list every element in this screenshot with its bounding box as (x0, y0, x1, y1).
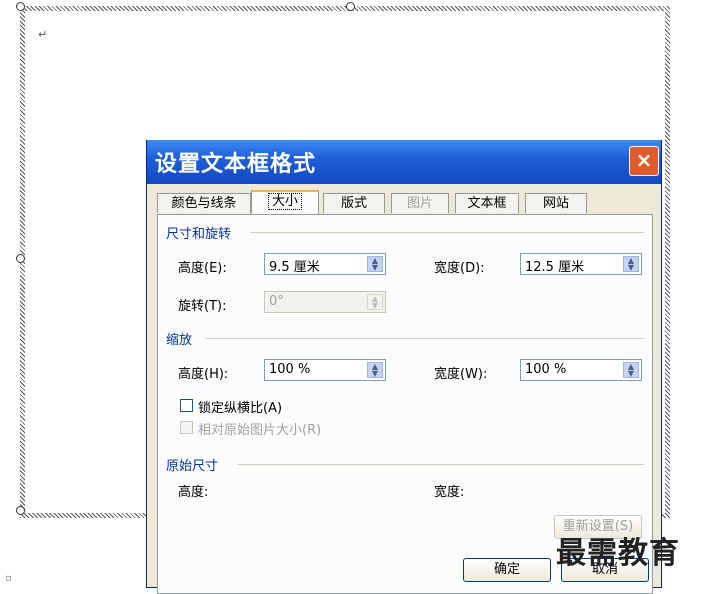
resize-handle-top-middle[interactable] (346, 2, 355, 11)
resize-handle-bottom-left[interactable] (16, 506, 25, 515)
format-textbox-dialog: 设置文本框格式 × 颜色与线条 大小 版式 图片 文本框 网站 尺寸和旋转 高度… (146, 140, 662, 594)
height-value: 9.5 厘米 (269, 260, 320, 275)
spinner-arrows-icon: ▲ ▼ (367, 294, 383, 310)
original-width-label: 宽度: (434, 485, 465, 500)
rotate-label: 旋转(T): (178, 299, 227, 314)
scale-height-label: 高度(H): (178, 367, 229, 382)
resize-handle-middle-left[interactable] (16, 254, 25, 263)
scale-header: 缩放 (166, 333, 193, 348)
tab-layout[interactable]: 版式 (323, 193, 385, 213)
relative-original-checkbox (180, 421, 193, 434)
dialog-titlebar[interactable]: 设置文本框格式 × (147, 140, 661, 184)
rotate-spinner: 0° ▲ ▼ (264, 291, 386, 313)
height-spinner[interactable]: 9.5 厘米 ▲ ▼ (264, 253, 386, 275)
paragraph-mark: ↵ (38, 28, 48, 41)
spinner-arrows-icon[interactable]: ▲ ▼ (367, 256, 383, 272)
resize-handle-top-left[interactable] (16, 2, 25, 11)
spinner-arrows-icon[interactable]: ▲ ▼ (623, 362, 639, 378)
spinner-arrows-icon[interactable]: ▲ ▼ (623, 256, 639, 272)
scale-width-label: 宽度(W): (434, 367, 488, 382)
tab-colors-lines[interactable]: 颜色与线条 (157, 193, 251, 213)
width-spinner[interactable]: 12.5 厘米 ▲ ▼ (520, 253, 642, 275)
divider (238, 464, 644, 465)
height-label: 高度(E): (178, 261, 227, 276)
close-icon[interactable]: × (629, 146, 659, 176)
rotate-value: 0° (269, 294, 284, 309)
watermark-logo: 最需教育 (556, 536, 680, 571)
dialog-title: 设置文本框格式 (155, 151, 317, 177)
size-rotate-header: 尺寸和旋转 (166, 227, 232, 242)
anchor-icon: ⌑ (6, 574, 12, 585)
spinner-arrows-icon[interactable]: ▲ ▼ (367, 362, 383, 378)
ok-button[interactable]: 确定 (463, 558, 551, 582)
lock-ratio-checkbox[interactable] (180, 399, 193, 412)
width-label: 宽度(D): (434, 261, 485, 276)
scale-height-value: 100 % (269, 362, 311, 377)
tab-textbox[interactable]: 文本框 (455, 193, 519, 213)
lock-ratio-label[interactable]: 锁定纵横比(A) (198, 397, 282, 416)
divider (206, 338, 644, 339)
relative-original-label: 相对原始图片大小(R) (198, 423, 322, 438)
divider (250, 232, 644, 233)
scale-width-spinner[interactable]: 100 % ▲ ▼ (520, 359, 642, 381)
original-size-header: 原始尺寸 (166, 459, 219, 474)
scale-width-value: 100 % (525, 362, 567, 377)
tab-size[interactable]: 大小 (251, 190, 319, 214)
tab-web[interactable]: 网站 (525, 193, 587, 213)
tab-picture: 图片 (391, 193, 449, 213)
original-height-label: 高度: (178, 485, 209, 500)
scale-height-spinner[interactable]: 100 % ▲ ▼ (264, 359, 386, 381)
width-value: 12.5 厘米 (525, 260, 585, 275)
